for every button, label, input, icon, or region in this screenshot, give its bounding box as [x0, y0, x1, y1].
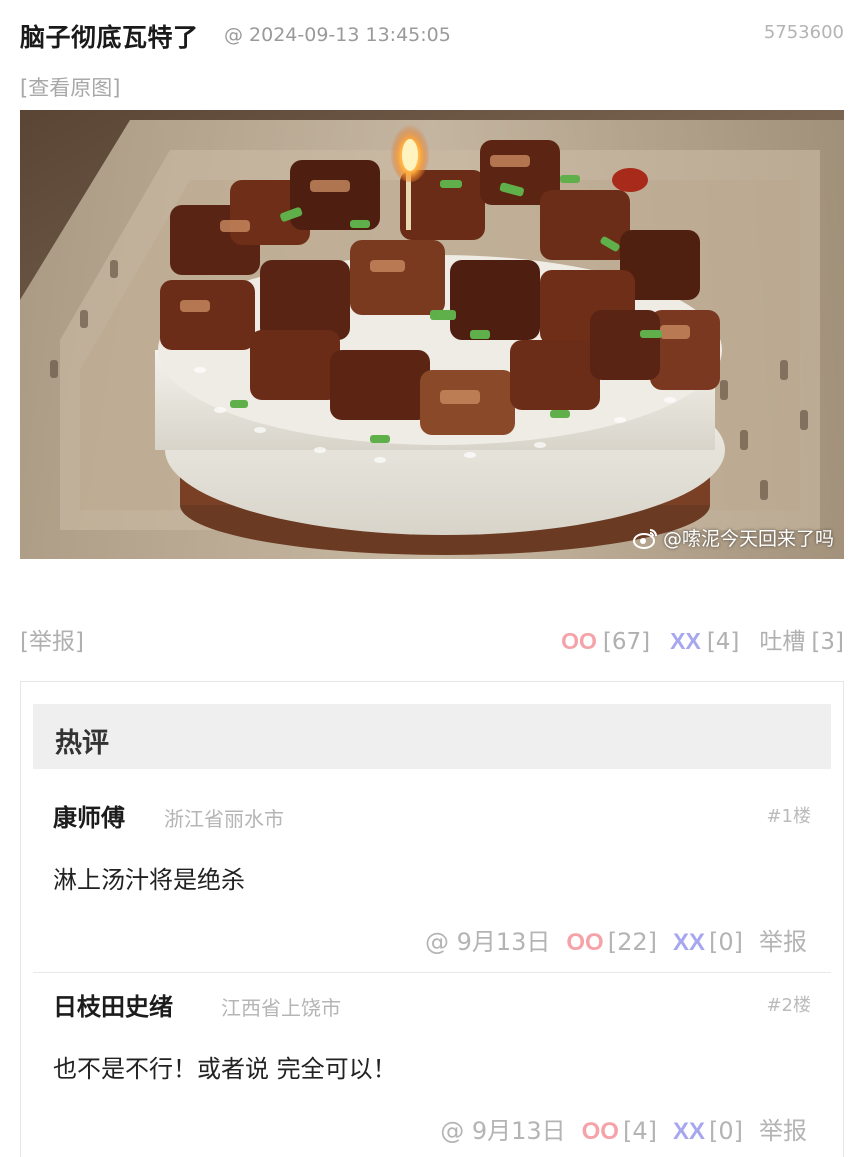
comment-xx-count: [0] — [709, 1117, 743, 1145]
comment-xx-count: [0] — [709, 928, 743, 956]
comment-footer: @ 9月13日 OO [22] XX [0] 举报 — [425, 922, 807, 957]
comment-oo-count: [4] — [622, 1117, 657, 1145]
report-button[interactable]: [举报] — [20, 622, 84, 656]
comment-author[interactable]: 康师傅 — [53, 798, 125, 833]
oo-count: [67] — [602, 629, 651, 655]
comment-oo-button[interactable]: OO — [566, 929, 603, 957]
comment-location: 浙江省丽水市 — [164, 807, 284, 831]
comment-report-button[interactable]: 举报 — [759, 1111, 807, 1146]
hot-comments-title: 热评 — [55, 728, 109, 759]
xx-button[interactable]: XX — [670, 628, 701, 655]
post-id[interactable]: 5753600 — [764, 22, 844, 43]
comment-report-button[interactable]: 举报 — [759, 922, 807, 957]
comment-time[interactable]: @ 9月13日 — [425, 922, 550, 957]
hot-comments-header: 热评 — [33, 704, 831, 769]
tucao-button[interactable]: 吐槽 — [759, 622, 805, 656]
comment-floor: #1楼 — [766, 806, 811, 827]
comment-text: 也不是不行！或者说 完全可以！ — [53, 1055, 397, 1083]
cake-photo — [20, 110, 844, 559]
post-timestamp: @ 2024-09-13 13:45:05 — [224, 24, 451, 46]
comment-oo-button[interactable]: OO — [582, 1118, 619, 1146]
comment-xx-button[interactable]: XX — [673, 929, 705, 957]
comment-divider — [33, 972, 831, 973]
watermark-text: @嗦泥今天回来了吗 — [662, 528, 834, 550]
post-title: 脑子彻底瓦特了 — [20, 23, 199, 52]
comment-xx-button[interactable]: XX — [673, 1118, 705, 1146]
weibo-icon — [632, 528, 657, 549]
post-action-row: [举报] OO [67] XX [4] 吐槽 [3] — [20, 620, 844, 656]
comment-oo-count: [22] — [607, 928, 657, 956]
comment-text: 淋上汤汁将是绝杀 — [53, 866, 245, 894]
vote-group: OO [67] XX [4] 吐槽 [3] — [561, 622, 844, 656]
comment-footer: @ 9月13日 OO [4] XX [0] 举报 — [440, 1111, 807, 1146]
comment-location: 江西省上饶市 — [221, 996, 341, 1020]
comment-author[interactable]: 日枝田史绪 — [53, 987, 173, 1022]
hot-comments-panel: 热评 康师傅 浙江省丽水市 #1楼 淋上汤汁将是绝杀 @ 9月13日 OO [2… — [20, 681, 844, 1157]
post-header: 脑子彻底瓦特了 @ 2024-09-13 13:45:05 5753600 — [20, 14, 844, 58]
xx-count: [4] — [706, 629, 740, 655]
view-original-link[interactable]: [查看原图] — [20, 72, 120, 102]
comment-floor: #2楼 — [766, 995, 811, 1016]
tucao-count: [3] — [811, 629, 844, 655]
post-image[interactable]: @嗦泥今天回来了吗 — [20, 110, 844, 559]
image-watermark: @嗦泥今天回来了吗 — [632, 524, 834, 551]
comment-time[interactable]: @ 9月13日 — [440, 1111, 565, 1146]
oo-button[interactable]: OO — [561, 628, 597, 655]
